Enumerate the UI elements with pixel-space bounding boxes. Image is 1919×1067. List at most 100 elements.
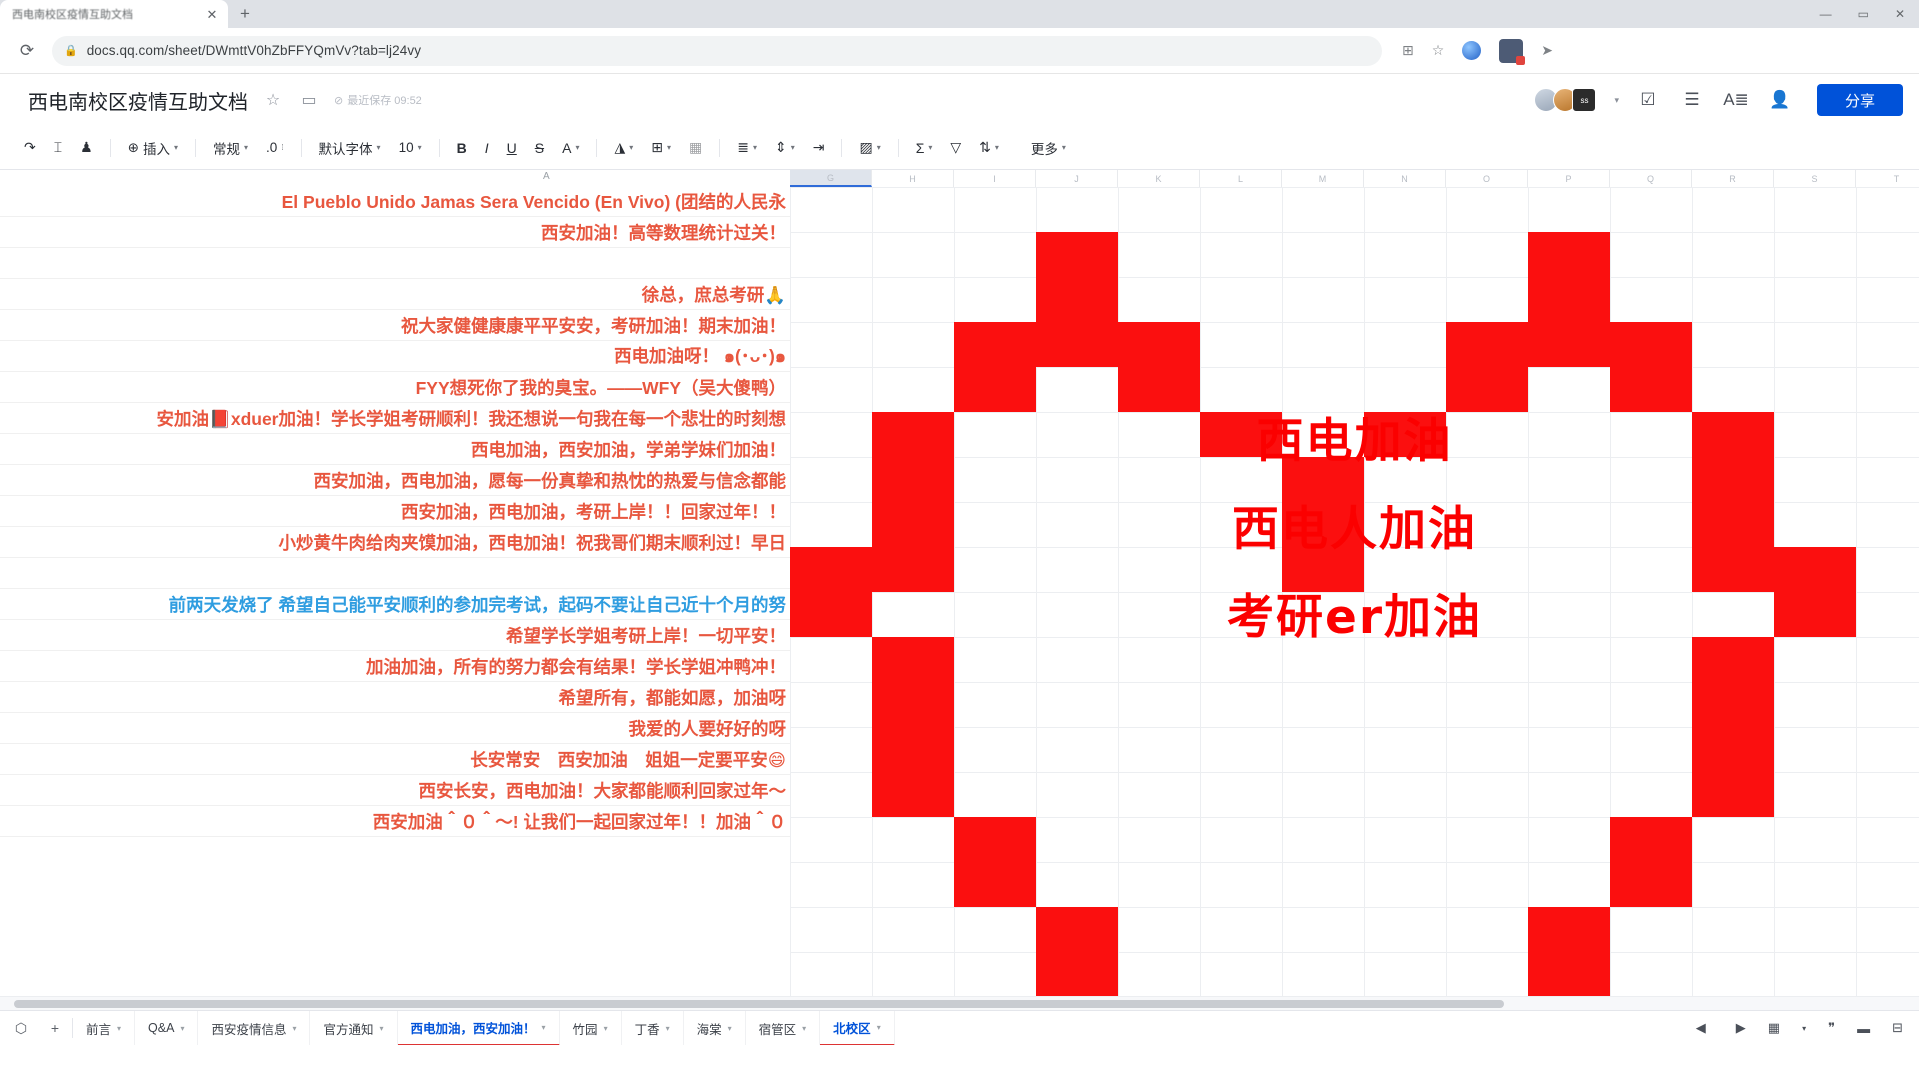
wish-row[interactable]: El Pueblo Unido Jamas Sera Vencido (En V… [0, 186, 790, 217]
chevron-down-icon[interactable]: ▾ [180, 1024, 184, 1033]
column-header-t[interactable]: T [1856, 170, 1919, 187]
window-close-icon[interactable]: ✕ [1895, 7, 1905, 21]
collaborator-avatars[interactable]: ss [1534, 88, 1597, 112]
heart-cell[interactable] [1036, 232, 1118, 322]
wish-text-pane[interactable]: A El Pueblo Unido Jamas Sera Vencido (En… [0, 170, 790, 996]
font-size-select[interactable]: 10 ▾ [391, 133, 430, 163]
sort-button[interactable]: ⇅ ▾ [971, 133, 1007, 163]
column-header-r[interactable]: R [1692, 170, 1774, 187]
wish-row[interactable]: 西安加油！高等数理统计过关！ [0, 217, 790, 248]
chevron-down-icon[interactable]: ▾ [666, 1024, 670, 1033]
browser-menu-icon[interactable]: ➤ [1541, 42, 1553, 59]
text-color-button[interactable]: A ▾ [554, 133, 587, 163]
minimize-icon[interactable]: — [1820, 7, 1832, 21]
format-painter-button[interactable]: ⌶ [46, 133, 70, 163]
heart-cell[interactable] [1610, 322, 1692, 412]
insert-image-button[interactable]: ▨ ▾ [851, 133, 888, 163]
column-header-i[interactable]: I [954, 170, 1036, 187]
folder-icon[interactable]: ▭ [298, 89, 320, 111]
sheet-tab[interactable]: 竹园 ▾ [560, 1011, 622, 1045]
heart-cell[interactable] [954, 817, 1036, 907]
chevron-down-icon[interactable]: ▾ [117, 1024, 121, 1033]
column-header-j[interactable]: J [1036, 170, 1118, 187]
column-header-n[interactable]: N [1364, 170, 1446, 187]
chevron-down-icon[interactable]: ▾ [802, 1024, 806, 1033]
chevron-down-icon[interactable]: ▾ [292, 1024, 296, 1033]
chevron-down-icon[interactable]: ▾ [542, 1023, 546, 1032]
wish-row[interactable]: 西安加油，西电加油，愿每一份真挚和热忱的热爱与信念都能 [0, 465, 790, 496]
column-header-l[interactable]: L [1200, 170, 1282, 187]
wish-row[interactable]: 我爱的人要好好的呀 [0, 713, 790, 744]
chart-icon[interactable]: ▦ [1768, 1020, 1780, 1036]
outline-icon[interactable]: ☰ [1677, 85, 1707, 115]
reload-icon[interactable]: ⟳ [12, 36, 42, 66]
next-sheet-icon[interactable]: ▶ [1736, 1020, 1746, 1036]
heart-cell[interactable] [1528, 907, 1610, 996]
view-mode-icon[interactable]: ▬ [1857, 1021, 1870, 1036]
more-button[interactable]: 更多 ▾ [1023, 133, 1074, 163]
scrollbar-thumb[interactable] [14, 1000, 1504, 1008]
sheet-tab[interactable]: 丁香 ▾ [622, 1011, 684, 1045]
wish-row[interactable]: 希望所有，都能如愿，加油呀 [0, 682, 790, 713]
font-family-select[interactable]: 默认字体 ▾ [311, 133, 389, 163]
sheet-tab[interactable]: 宿管区 ▾ [746, 1011, 821, 1045]
column-header-q[interactable]: Q [1610, 170, 1692, 187]
grid-column-headers[interactable]: GHIJKLMNOPQRST [790, 170, 1919, 187]
chevron-down-icon[interactable]: ▾ [877, 1023, 881, 1032]
sheet-tab[interactable]: 前言 ▾ [73, 1011, 136, 1045]
strikethrough-button[interactable]: S [527, 133, 552, 163]
prev-sheet-icon[interactable]: ◀ [1696, 1020, 1706, 1036]
wish-row[interactable]: 希望学长学姐考研上岸！一切平安！ [0, 620, 790, 651]
decimal-button[interactable]: .0 ⁞ [258, 133, 292, 163]
browser-tab[interactable]: 西电南校区疫情互助文档 ✕ [0, 0, 228, 28]
column-header-k[interactable]: K [1118, 170, 1200, 187]
wish-row[interactable]: 长安常安 西安加油 姐姐一定要平安😄 [0, 744, 790, 775]
heart-cell[interactable] [1528, 232, 1610, 322]
filter-button[interactable]: ▽ [942, 133, 969, 163]
heart-cell[interactable] [1692, 637, 1774, 817]
wish-row[interactable]: 徐总，庶总考研🙏 [0, 279, 790, 310]
heart-cell[interactable] [1610, 817, 1692, 907]
maximize-icon[interactable]: ▭ [1858, 7, 1869, 21]
wish-row[interactable]: 西电加油，西安加油，学弟学妹们加油！ [0, 434, 790, 465]
heart-cell[interactable] [954, 322, 1036, 412]
sheet-tab[interactable]: Q&A ▾ [135, 1011, 199, 1045]
wish-row[interactable] [0, 558, 790, 589]
new-tab-button[interactable]: + [228, 0, 262, 28]
column-header-a[interactable]: A [543, 171, 550, 182]
heart-cell[interactable] [1118, 322, 1200, 412]
all-sheets-icon[interactable]: ⬡ [4, 1011, 38, 1045]
wish-row[interactable]: 西安长安，西电加油！大家都能顺利回家过年～ [0, 775, 790, 806]
star-icon[interactable]: ☆ [262, 89, 284, 111]
sheet-tab[interactable]: 西电加油，西安加油！ ▾ [397, 1011, 560, 1045]
heart-cell[interactable] [1036, 907, 1118, 996]
heart-cell[interactable] [1528, 322, 1610, 367]
profile-icon[interactable] [1499, 38, 1526, 65]
wish-row[interactable]: 西电加油呀！ ๑(･ᴗ･)๑ [0, 341, 790, 372]
column-header-p[interactable]: P [1528, 170, 1610, 187]
wish-row[interactable] [0, 248, 790, 279]
column-header-m[interactable]: M [1282, 170, 1364, 187]
comment-icon[interactable]: ❞ [1828, 1020, 1835, 1036]
column-header-h[interactable]: H [872, 170, 954, 187]
address-bar[interactable]: 🔒 docs.qq.com/sheet/DWmttV0hZbFFYQmVv?ta… [52, 35, 1382, 66]
text-format-icon[interactable]: A≣ [1721, 85, 1751, 115]
redo-button[interactable]: ↷ [16, 133, 44, 163]
horizontal-scrollbar[interactable] [0, 996, 1919, 1010]
extension-icon[interactable] [1462, 41, 1482, 60]
bold-button[interactable]: B [449, 133, 475, 163]
underline-button[interactable]: U [499, 133, 525, 163]
sheet-tab[interactable]: 海棠 ▾ [684, 1011, 746, 1045]
sheet-tab[interactable]: 西安疫情信息 ▾ [198, 1011, 311, 1045]
close-icon[interactable]: ✕ [204, 6, 220, 22]
column-header-o[interactable]: O [1446, 170, 1528, 187]
grid-canvas[interactable]: 西电加油 西电人加油 考研er加油 [790, 187, 1919, 996]
wish-row[interactable]: 西安加油，西电加油，考研上岸！！回家过年！！ [0, 496, 790, 527]
page-title[interactable]: 西电南校区疫情互助文档 [28, 86, 248, 115]
heart-cell[interactable] [1036, 322, 1118, 367]
avatar[interactable]: ss [1572, 88, 1597, 112]
wish-row[interactable]: 小炒黄牛肉给肉夹馍加油，西电加油！祝我哥们期末顺利过！早日 [0, 527, 790, 558]
vertical-align-button[interactable]: ⇕ ▾ [767, 133, 803, 163]
sheet-tab[interactable]: 官方通知 ▾ [310, 1011, 398, 1045]
align-button[interactable]: ≣ ▾ [729, 133, 765, 163]
